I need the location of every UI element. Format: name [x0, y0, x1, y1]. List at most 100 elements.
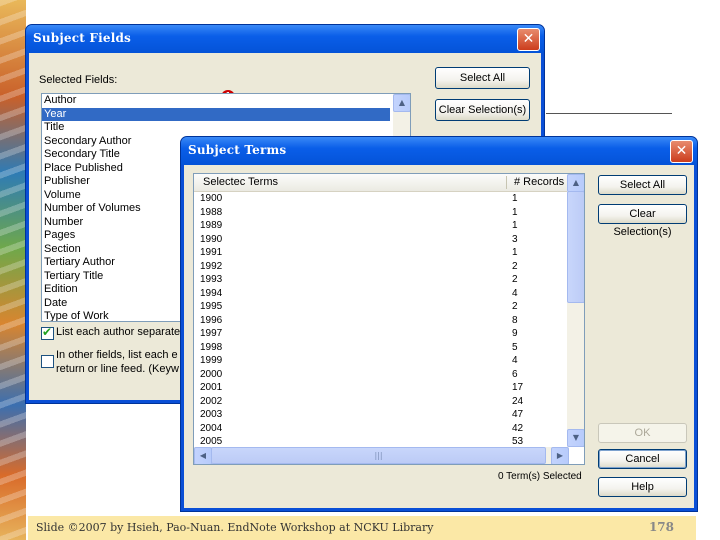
records-cell: 2	[512, 260, 518, 272]
selected-fields-label: Selected Fields:	[39, 74, 118, 86]
term-cell: 1995	[200, 301, 223, 312]
terms-select-all-button[interactable]: Select All	[598, 175, 687, 195]
other-fields-label-line2: return or line feed. (Keyw	[56, 363, 179, 375]
records-cell: 24	[512, 395, 524, 407]
records-cell: 5	[512, 341, 518, 353]
table-row[interactable]: 1995 2	[194, 300, 566, 314]
scroll-thumb[interactable]	[567, 191, 584, 303]
col-records-header[interactable]: # Records	[514, 176, 564, 188]
table-header: Selectec Terms # Records	[194, 174, 567, 192]
table-row[interactable]: 1988 1	[194, 206, 566, 220]
close-icon[interactable]: ✕	[517, 28, 540, 51]
list-each-author-checkbox[interactable]: ✔	[41, 325, 54, 340]
scroll-up-icon[interactable]: ▲	[393, 94, 410, 112]
table-row[interactable]: 1900 1	[194, 192, 566, 206]
status-text: 0 Term(s) Selected	[498, 471, 582, 482]
subject-terms-table[interactable]: Selectec Terms # Records 1900 1 1988 1 1989 1…	[193, 173, 585, 465]
terms-vscrollbar[interactable]: ▲ ▼	[567, 174, 584, 447]
footer-text: Slide ©2007 by Hsieh, Pao-Nuan. EndNote …	[36, 521, 434, 534]
table-row[interactable]: 2001 17	[194, 381, 566, 395]
records-cell: 2	[512, 274, 518, 285]
decorative-left-strip	[0, 0, 26, 540]
other-fields-checkbox[interactable]	[41, 355, 54, 368]
records-cell: 9	[512, 328, 518, 339]
scroll-down-icon[interactable]: ▼	[567, 429, 584, 447]
slide-footer: Slide ©2007 by Hsieh, Pao-Nuan. EndNote …	[28, 516, 696, 540]
table-row[interactable]: 2003 47	[194, 408, 566, 422]
records-cell: 17	[512, 382, 524, 393]
records-cell: 8	[512, 314, 518, 326]
term-cell: 2005	[200, 436, 223, 447]
decorative-rule	[546, 113, 672, 114]
checkmark-icon: ✔	[42, 325, 53, 339]
term-cell: 2004	[200, 422, 223, 434]
list-item[interactable]: Title	[42, 121, 390, 135]
records-cell: 53	[512, 436, 524, 447]
table-row[interactable]: 1991 1	[194, 246, 566, 260]
term-cell: 2001	[200, 382, 223, 393]
term-cell: 2002	[200, 395, 223, 407]
records-cell: 1	[512, 206, 518, 218]
records-cell: 42	[512, 422, 524, 434]
window-title: Subject Terms	[188, 143, 287, 157]
table-row[interactable]: 1993 2	[194, 273, 566, 287]
window-title: Subject Fields	[33, 31, 132, 45]
scroll-right-icon[interactable]: ▶	[551, 447, 569, 464]
subject-terms-window: Subject Terms ✕ Selectec Terms # Records…	[180, 136, 698, 512]
term-cell: 1988	[200, 206, 223, 218]
records-cell: 2	[512, 301, 518, 312]
term-cell: 1992	[200, 260, 223, 272]
term-cell: 1993	[200, 274, 223, 285]
term-cell: 2000	[200, 368, 223, 380]
table-row[interactable]: 1994 4	[194, 287, 566, 301]
term-cell: 1998	[200, 341, 223, 353]
term-cell: 1989	[200, 220, 223, 231]
subject-fields-titlebar[interactable]: Subject Fields ✕	[26, 25, 544, 53]
subject-terms-client: Selectec Terms # Records 1900 1 1988 1 1989 1…	[184, 165, 694, 508]
term-cell: 1996	[200, 314, 223, 326]
term-cell: 1997	[200, 328, 223, 339]
table-row[interactable]: 1999 4	[194, 354, 566, 368]
scroll-left-icon[interactable]: ◀	[194, 447, 212, 464]
records-cell: 3	[512, 233, 518, 245]
records-cell: 1	[512, 193, 518, 204]
cancel-button[interactable]: Cancel	[598, 449, 687, 469]
list-item[interactable]: Author	[42, 94, 390, 108]
subject-terms-titlebar[interactable]: Subject Terms ✕	[181, 137, 697, 165]
table-row[interactable]: 2000 6	[194, 368, 566, 382]
terms-hscrollbar[interactable]: ◀ ||| ▶	[194, 447, 569, 464]
ok-button[interactable]: OK	[598, 423, 687, 443]
column-divider	[506, 176, 507, 189]
table-row[interactable]: 1989 1	[194, 219, 566, 233]
clear-selection-button[interactable]: Clear Selection(s)	[435, 99, 530, 121]
select-all-button[interactable]: Select All	[435, 67, 530, 89]
scroll-up-icon[interactable]: ▲	[567, 174, 584, 192]
list-item[interactable]: Year	[42, 107, 390, 121]
records-cell: 1	[512, 220, 518, 231]
records-cell: 4	[512, 355, 518, 366]
help-button[interactable]: Help	[598, 477, 687, 497]
table-row[interactable]: 1996 8	[194, 314, 566, 328]
other-fields-label-line1: In other fields, list each e	[56, 349, 178, 361]
table-row[interactable]: 1998 5	[194, 341, 566, 355]
close-icon[interactable]: ✕	[670, 140, 693, 163]
term-cell: 1900	[200, 193, 223, 204]
term-cell: 1991	[200, 247, 223, 258]
col-terms-header[interactable]: Selectec Terms	[203, 176, 278, 188]
table-row[interactable]: 1990 3	[194, 233, 566, 247]
term-cell: 1994	[200, 287, 223, 299]
table-row[interactable]: 1992 2	[194, 260, 566, 274]
terms-clear-selection-button[interactable]: Clear Selection(s)	[598, 204, 687, 238]
term-cell: 1999	[200, 355, 223, 366]
records-cell: 1	[512, 247, 518, 258]
page-number: 178	[648, 520, 674, 534]
table-row[interactable]: 2004 42	[194, 422, 566, 436]
term-cell: 1990	[200, 233, 223, 245]
hscroll-thumb[interactable]: |||	[211, 447, 546, 464]
term-cell: 2003	[200, 409, 223, 420]
records-cell: 47	[512, 409, 524, 420]
table-row[interactable]: 1997 9	[194, 327, 566, 341]
records-cell: 6	[512, 368, 518, 380]
table-row[interactable]: 2002 24	[194, 395, 566, 409]
records-cell: 4	[512, 287, 518, 299]
